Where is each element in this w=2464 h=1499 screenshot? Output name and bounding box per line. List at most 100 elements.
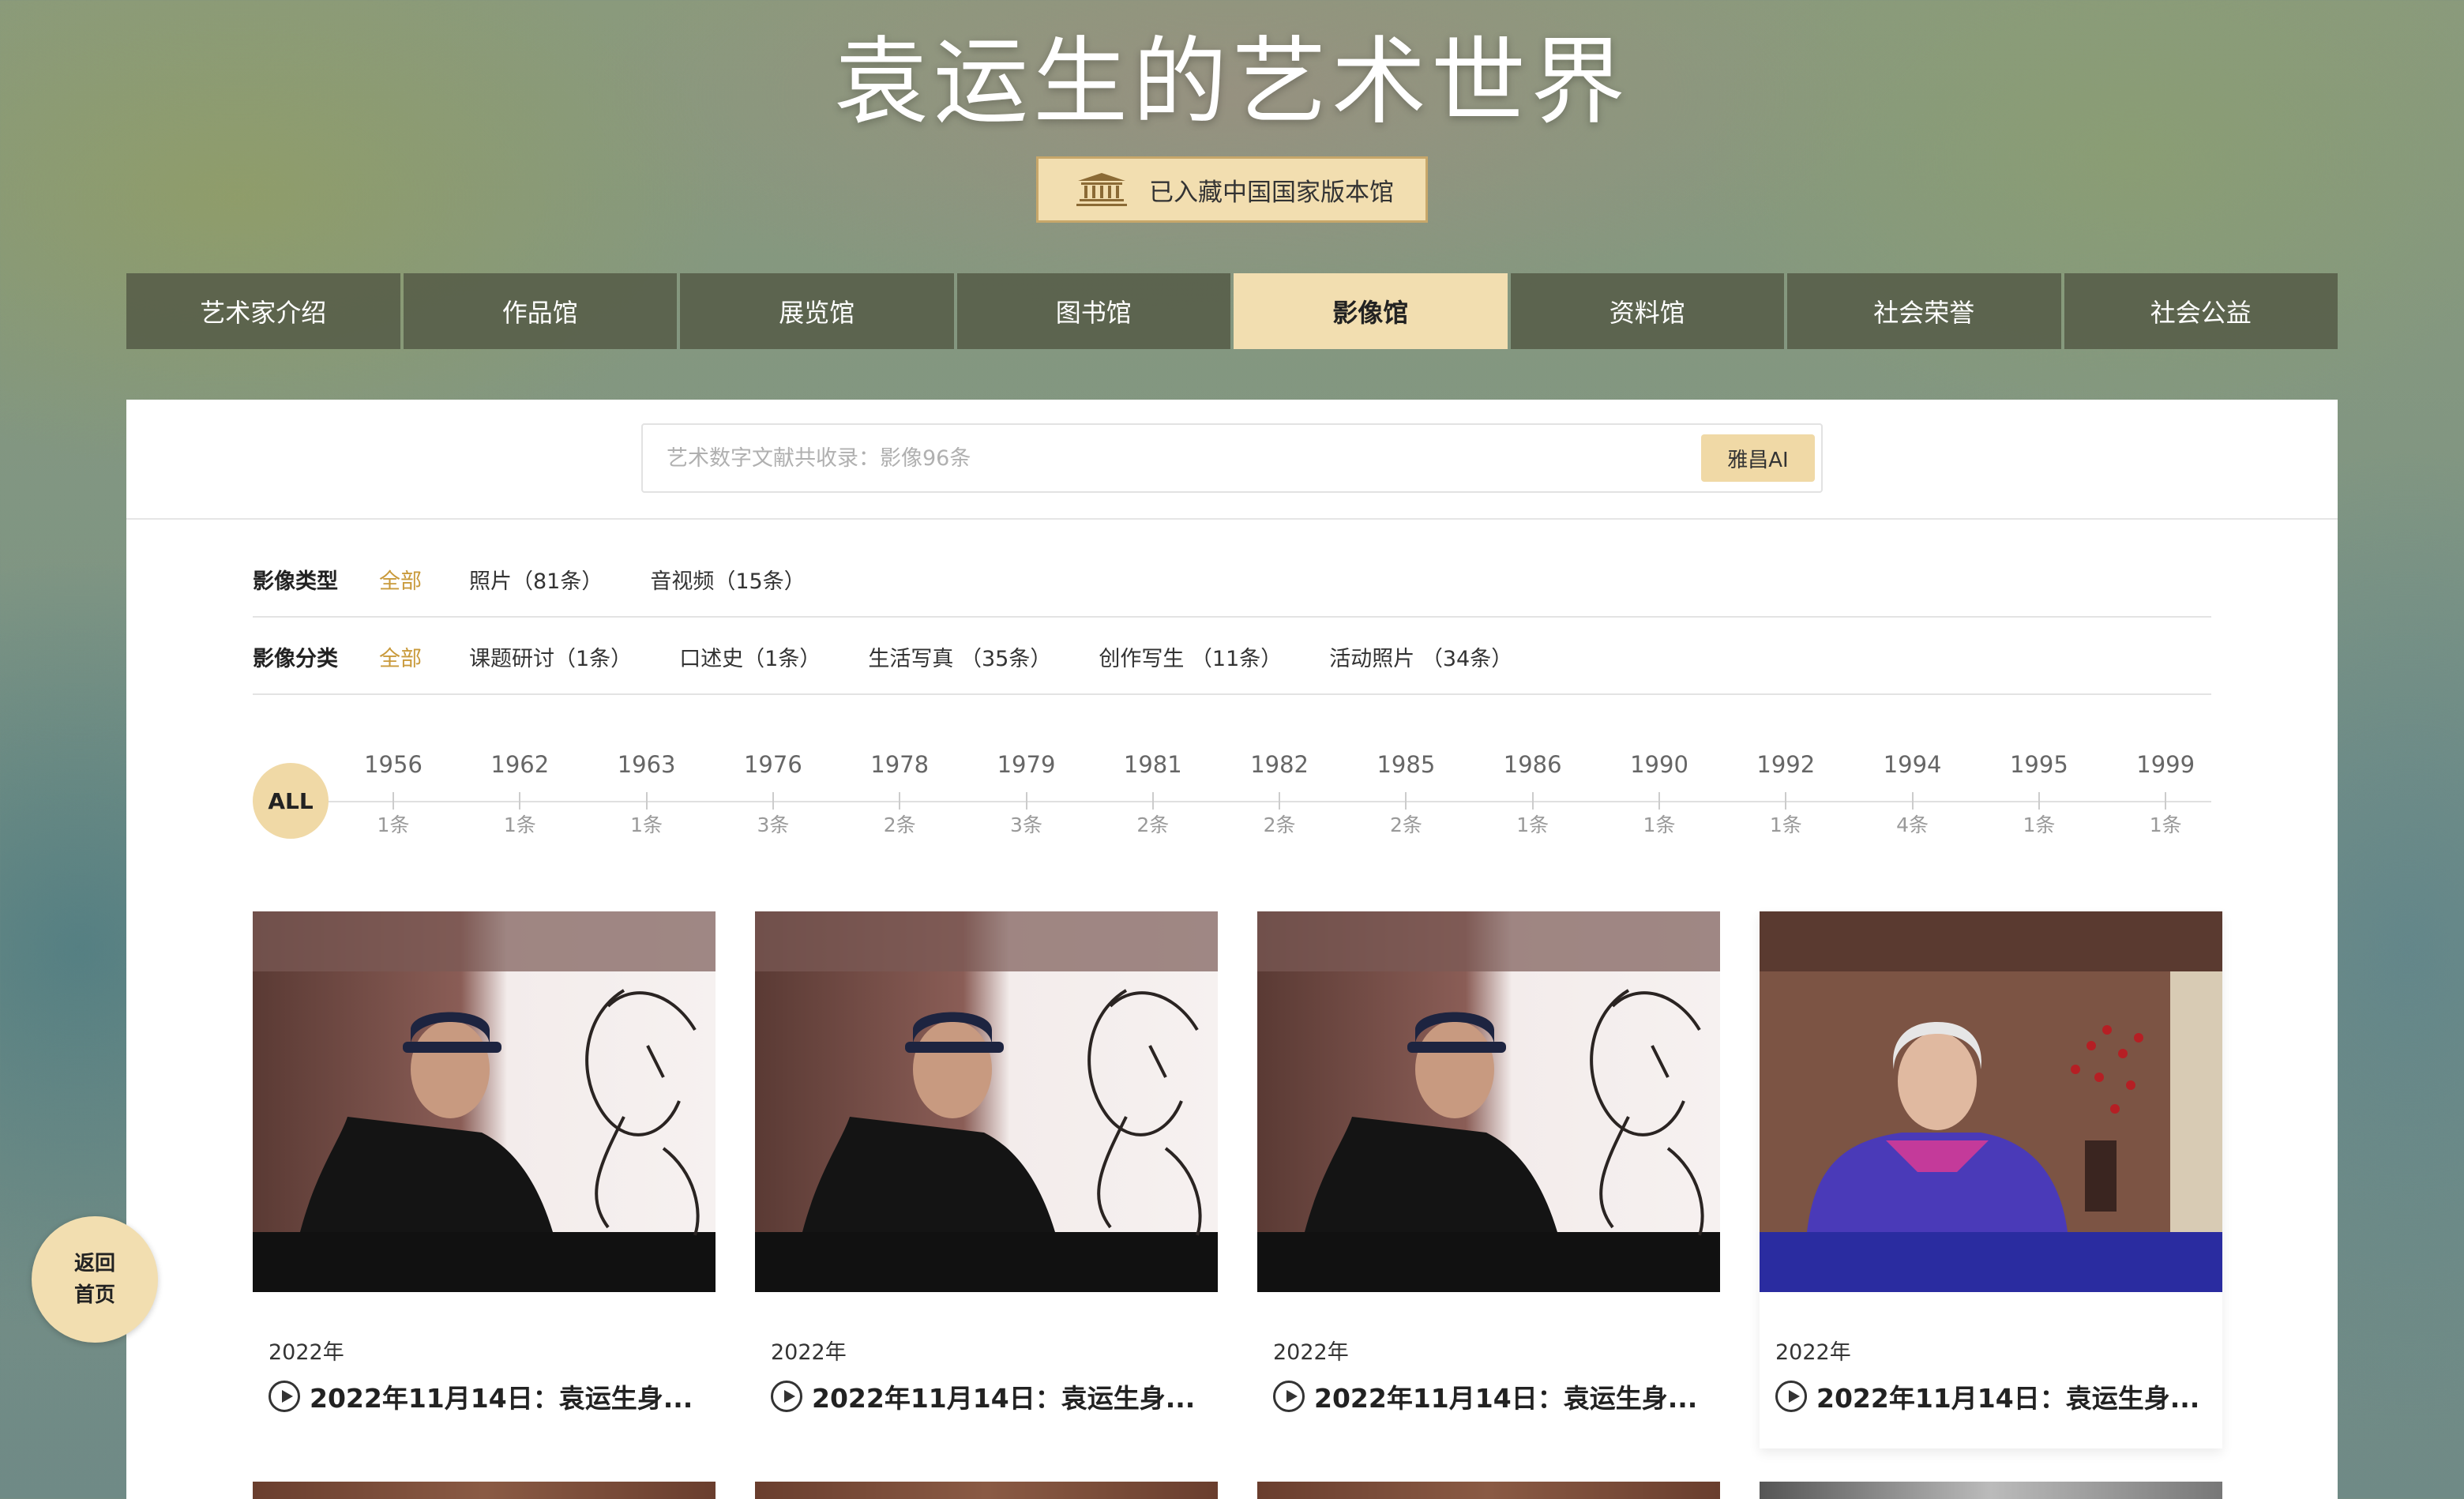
nav-item-exhibitions[interactable]: 展览馆 bbox=[680, 273, 954, 349]
card-year: 2022年 bbox=[269, 1340, 344, 1365]
card-title-text: 2022年11月14日：袁运生身... bbox=[1816, 1383, 2200, 1414]
timeline-year-label: 1978 bbox=[870, 751, 930, 778]
nav-item-works[interactable]: 作品馆 bbox=[403, 273, 677, 349]
timeline-year-1963[interactable]: 1963 1条 bbox=[599, 747, 694, 838]
timeline-year-label: 1990 bbox=[1630, 751, 1688, 778]
nav-item-media[interactable]: 影像馆 bbox=[1234, 273, 1508, 349]
timeline-count: 1条 bbox=[377, 813, 410, 836]
card-title[interactable]: 2022年11月14日：袁运生身... bbox=[1775, 1377, 2199, 1415]
timeline-count: 1条 bbox=[503, 813, 536, 836]
media-card[interactable]: 2022年 2022年11月14日：袁运生身... bbox=[1257, 911, 1720, 1448]
timeline-year-label: 1985 bbox=[1377, 751, 1436, 778]
timeline-year-1982[interactable]: 1982 2条 bbox=[1232, 747, 1327, 838]
timeline-year-label: 1995 bbox=[2009, 751, 2068, 778]
filter-option-seminar[interactable]: 课题研讨（1条） bbox=[469, 641, 632, 672]
timeline-year-label: 1981 bbox=[1123, 751, 1182, 778]
nav-item-archives[interactable]: 资料馆 bbox=[1510, 273, 1784, 349]
nav-item-charity[interactable]: 社会公益 bbox=[2064, 273, 2338, 349]
filter-option-sketching[interactable]: 创作写生 （11条） bbox=[1099, 641, 1282, 672]
filter-media-type: 影像类型 全部 照片（81条） 音视频（15条） bbox=[253, 542, 2211, 618]
card-title-text: 2022年11月14日：袁运生身... bbox=[812, 1383, 1196, 1414]
timeline-count: 2条 bbox=[1136, 813, 1170, 836]
timeline-year-1962[interactable]: 1962 1条 bbox=[472, 747, 567, 838]
video-thumbnail[interactable] bbox=[1760, 911, 2222, 1292]
timeline-year-label: 1962 bbox=[490, 751, 550, 778]
video-thumbnail[interactable] bbox=[755, 1482, 1218, 1499]
video-thumbnail[interactable] bbox=[1257, 1482, 1720, 1499]
filter-option-all[interactable]: 全部 bbox=[379, 564, 422, 595]
nav-item-artist-intro[interactable]: 艺术家介绍 bbox=[126, 273, 400, 349]
timeline-year-1976[interactable]: 1976 3条 bbox=[726, 747, 821, 838]
search-box: 雅昌AI bbox=[641, 423, 1823, 493]
nav-item-library[interactable]: 图书馆 bbox=[956, 273, 1230, 349]
timeline-count: 1条 bbox=[1769, 813, 1802, 836]
timeline-tick bbox=[393, 792, 394, 810]
search-input[interactable] bbox=[644, 426, 1695, 490]
timeline-count: 1条 bbox=[2023, 813, 2056, 836]
back-home-button[interactable]: 返回 首页 bbox=[32, 1216, 158, 1343]
filter-label: 影像类型 bbox=[253, 569, 338, 594]
timeline-tick bbox=[1405, 792, 1407, 810]
filter-option-life-portraits[interactable]: 生活写真 （35条） bbox=[868, 641, 1051, 672]
timeline-tick bbox=[772, 792, 774, 810]
timeline-year-label: 1999 bbox=[2136, 751, 2195, 778]
video-thumbnail[interactable] bbox=[253, 1482, 716, 1499]
video-thumbnail[interactable] bbox=[1760, 1482, 2222, 1499]
video-thumbnail[interactable] bbox=[1257, 911, 1720, 1292]
filter-option-oral-history[interactable]: 口述史（1条） bbox=[679, 641, 821, 672]
timeline-year-1979[interactable]: 1979 3条 bbox=[979, 747, 1074, 838]
timeline-year-1956[interactable]: 1956 1条 bbox=[346, 747, 441, 838]
timeline-year-1985[interactable]: 1985 2条 bbox=[1358, 747, 1453, 838]
timeline-year-1978[interactable]: 1978 2条 bbox=[852, 747, 947, 838]
media-card[interactable]: 2022年 2022年11月14日：袁运生身... bbox=[755, 911, 1218, 1448]
back-home-line2: 首页 bbox=[73, 1283, 115, 1307]
divider bbox=[126, 518, 2338, 520]
timeline-year-1992[interactable]: 1992 1条 bbox=[1738, 747, 1833, 838]
timeline-count: 2条 bbox=[1389, 813, 1422, 836]
timeline-year-1981[interactable]: 1981 2条 bbox=[1106, 747, 1200, 838]
video-thumbnail[interactable] bbox=[253, 911, 716, 1292]
back-home-line1: 返回 bbox=[73, 1252, 115, 1275]
timeline-year-1990[interactable]: 1990 1条 bbox=[1612, 747, 1707, 838]
timeline-tick bbox=[899, 792, 901, 810]
card-title[interactable]: 2022年11月14日：袁运生身... bbox=[1273, 1377, 1697, 1415]
timeline-count: 3条 bbox=[1010, 813, 1042, 836]
filter-media-category: 影像分类 全部 课题研讨（1条） 口述史（1条） 生活写真 （35条） 创作写生… bbox=[253, 619, 2211, 695]
card-title[interactable]: 2022年11月14日：袁运生身... bbox=[269, 1377, 693, 1415]
collection-badge[interactable]: 已入藏中国国家版本馆 bbox=[1036, 156, 1428, 223]
timeline-year-label: 1963 bbox=[617, 751, 676, 778]
filter-option-all[interactable]: 全部 bbox=[379, 641, 422, 672]
timeline-year-1999[interactable]: 1999 1条 bbox=[2118, 747, 2213, 838]
nav-item-honors[interactable]: 社会荣誉 bbox=[1787, 273, 2061, 349]
content-panel: 雅昌AI 影像类型 全部 照片（81条） 音视频（15条） 影像分类 全部 课题… bbox=[126, 400, 2338, 1499]
media-card[interactable]: 2022年 2022年11月14日：袁运生身... bbox=[1760, 911, 2222, 1448]
timeline-count: 4条 bbox=[1896, 813, 1929, 836]
timeline-count: 2条 bbox=[1263, 813, 1296, 836]
timeline-tick bbox=[2038, 792, 2040, 810]
play-icon bbox=[1775, 1381, 1807, 1412]
timeline-count: 2条 bbox=[883, 813, 916, 836]
timeline-tick bbox=[519, 792, 521, 810]
timeline-count: 1条 bbox=[1643, 813, 1676, 836]
timeline-tick bbox=[2165, 792, 2167, 810]
ai-search-button[interactable]: 雅昌AI bbox=[1701, 434, 1815, 482]
video-thumbnail[interactable] bbox=[755, 911, 1218, 1292]
timeline-year-label: 1956 bbox=[364, 751, 423, 778]
card-title-text: 2022年11月14日：袁运生身... bbox=[310, 1383, 693, 1414]
timeline-year-1986[interactable]: 1986 1条 bbox=[1486, 747, 1580, 838]
timeline-year-1994[interactable]: 1994 4条 bbox=[1865, 747, 1960, 838]
timeline-tick bbox=[1785, 792, 1787, 810]
timeline-year-1995[interactable]: 1995 1条 bbox=[1992, 747, 2087, 838]
filter-option-photos[interactable]: 照片（81条） bbox=[469, 564, 603, 595]
timeline-all-button[interactable]: ALL bbox=[253, 763, 329, 839]
timeline-year-label: 1979 bbox=[997, 751, 1056, 778]
card-title[interactable]: 2022年11月14日：袁运生身... bbox=[771, 1377, 1195, 1415]
timeline-tick bbox=[1025, 792, 1027, 810]
timeline-count: 3条 bbox=[757, 813, 790, 836]
play-icon bbox=[269, 1381, 300, 1412]
filter-option-av[interactable]: 音视频（15条） bbox=[650, 564, 805, 595]
filter-option-events[interactable]: 活动照片 （34条） bbox=[1329, 641, 1512, 672]
media-card[interactable]: 2022年 2022年11月14日：袁运生身... bbox=[253, 911, 716, 1448]
timeline-tick bbox=[1531, 792, 1534, 810]
card-year: 2022年 bbox=[1273, 1340, 1349, 1365]
